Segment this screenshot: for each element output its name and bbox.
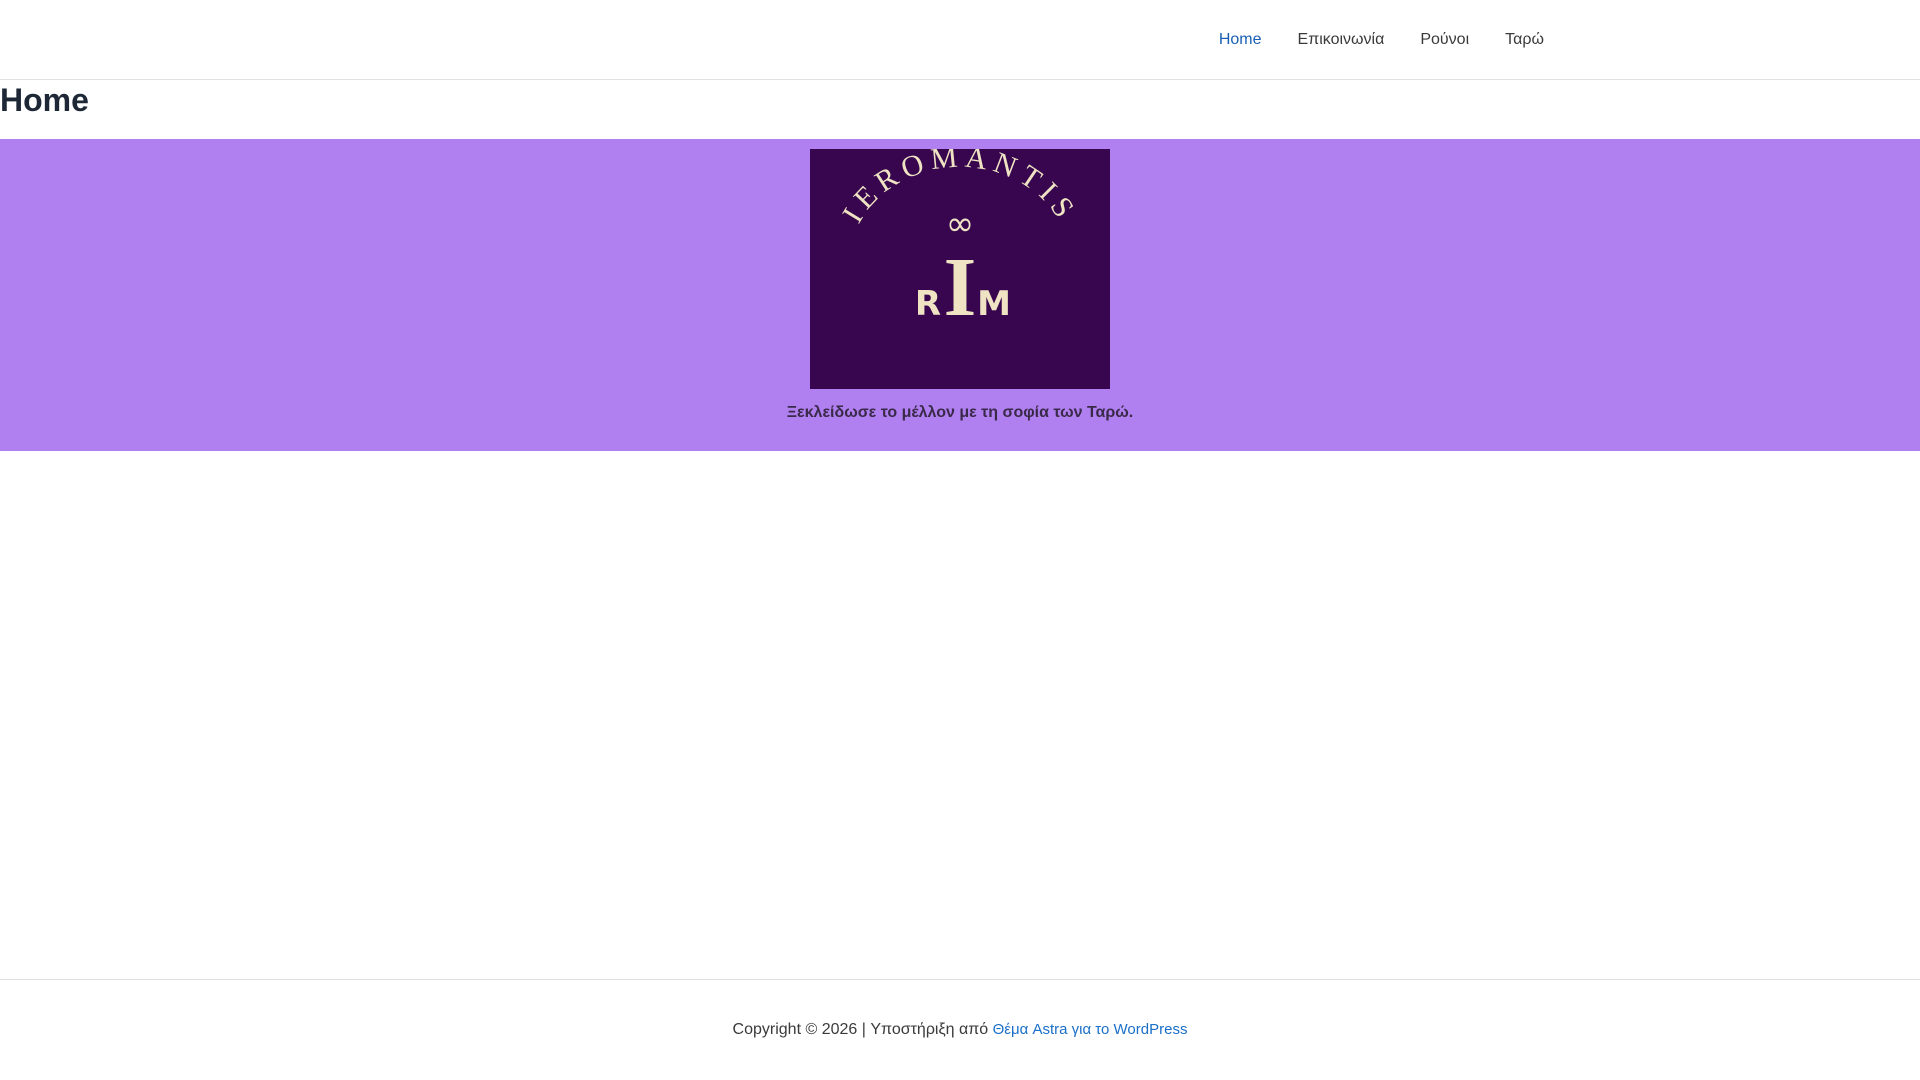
- page-title: Home: [0, 82, 89, 118]
- logo-image: IEROMANTIS ∞ R I M: [836, 140, 1077, 334]
- nav-item-contact[interactable]: Επικοινωνία: [1280, 0, 1403, 80]
- nav-item-home[interactable]: Home: [1201, 0, 1280, 80]
- nav-item-runes[interactable]: Ρούνοι: [1402, 0, 1487, 80]
- logo-letter-center: I: [944, 241, 977, 334]
- logo-letter-right: M: [977, 284, 1011, 324]
- hero-banner: IEROMANTIS ∞ R I M Ξεκλείδωσε το μέλλον …: [0, 139, 1920, 451]
- logo-letter-left: R: [915, 284, 941, 324]
- infinity-icon: ∞: [946, 204, 974, 244]
- site-footer: Copyright © 2026 | Υποστήριξη από Θέμα A…: [0, 979, 1920, 1080]
- site-header: Home Επικοινωνία Ρούνοι Ταρώ: [0, 0, 1920, 80]
- hero-tagline: Ξεκλείδωσε το μέλλον με τη σοφία των Ταρ…: [786, 404, 1134, 421]
- footer-copyright: Copyright © 2026 | Υποστήριξη από Θέμα A…: [0, 1021, 1920, 1039]
- site-logo: IEROMANTIS ∞ R I M: [810, 140, 1110, 389]
- main-navigation: Home Επικοινωνία Ρούνοι Ταρώ: [1201, 0, 1562, 80]
- copyright-text: Copyright © 2026 | Υποστήριξη από: [732, 1021, 993, 1038]
- nav-item-tarot[interactable]: Ταρώ: [1487, 0, 1562, 80]
- theme-credit-link[interactable]: Θέμα Astra για το WordPress: [993, 1021, 1188, 1038]
